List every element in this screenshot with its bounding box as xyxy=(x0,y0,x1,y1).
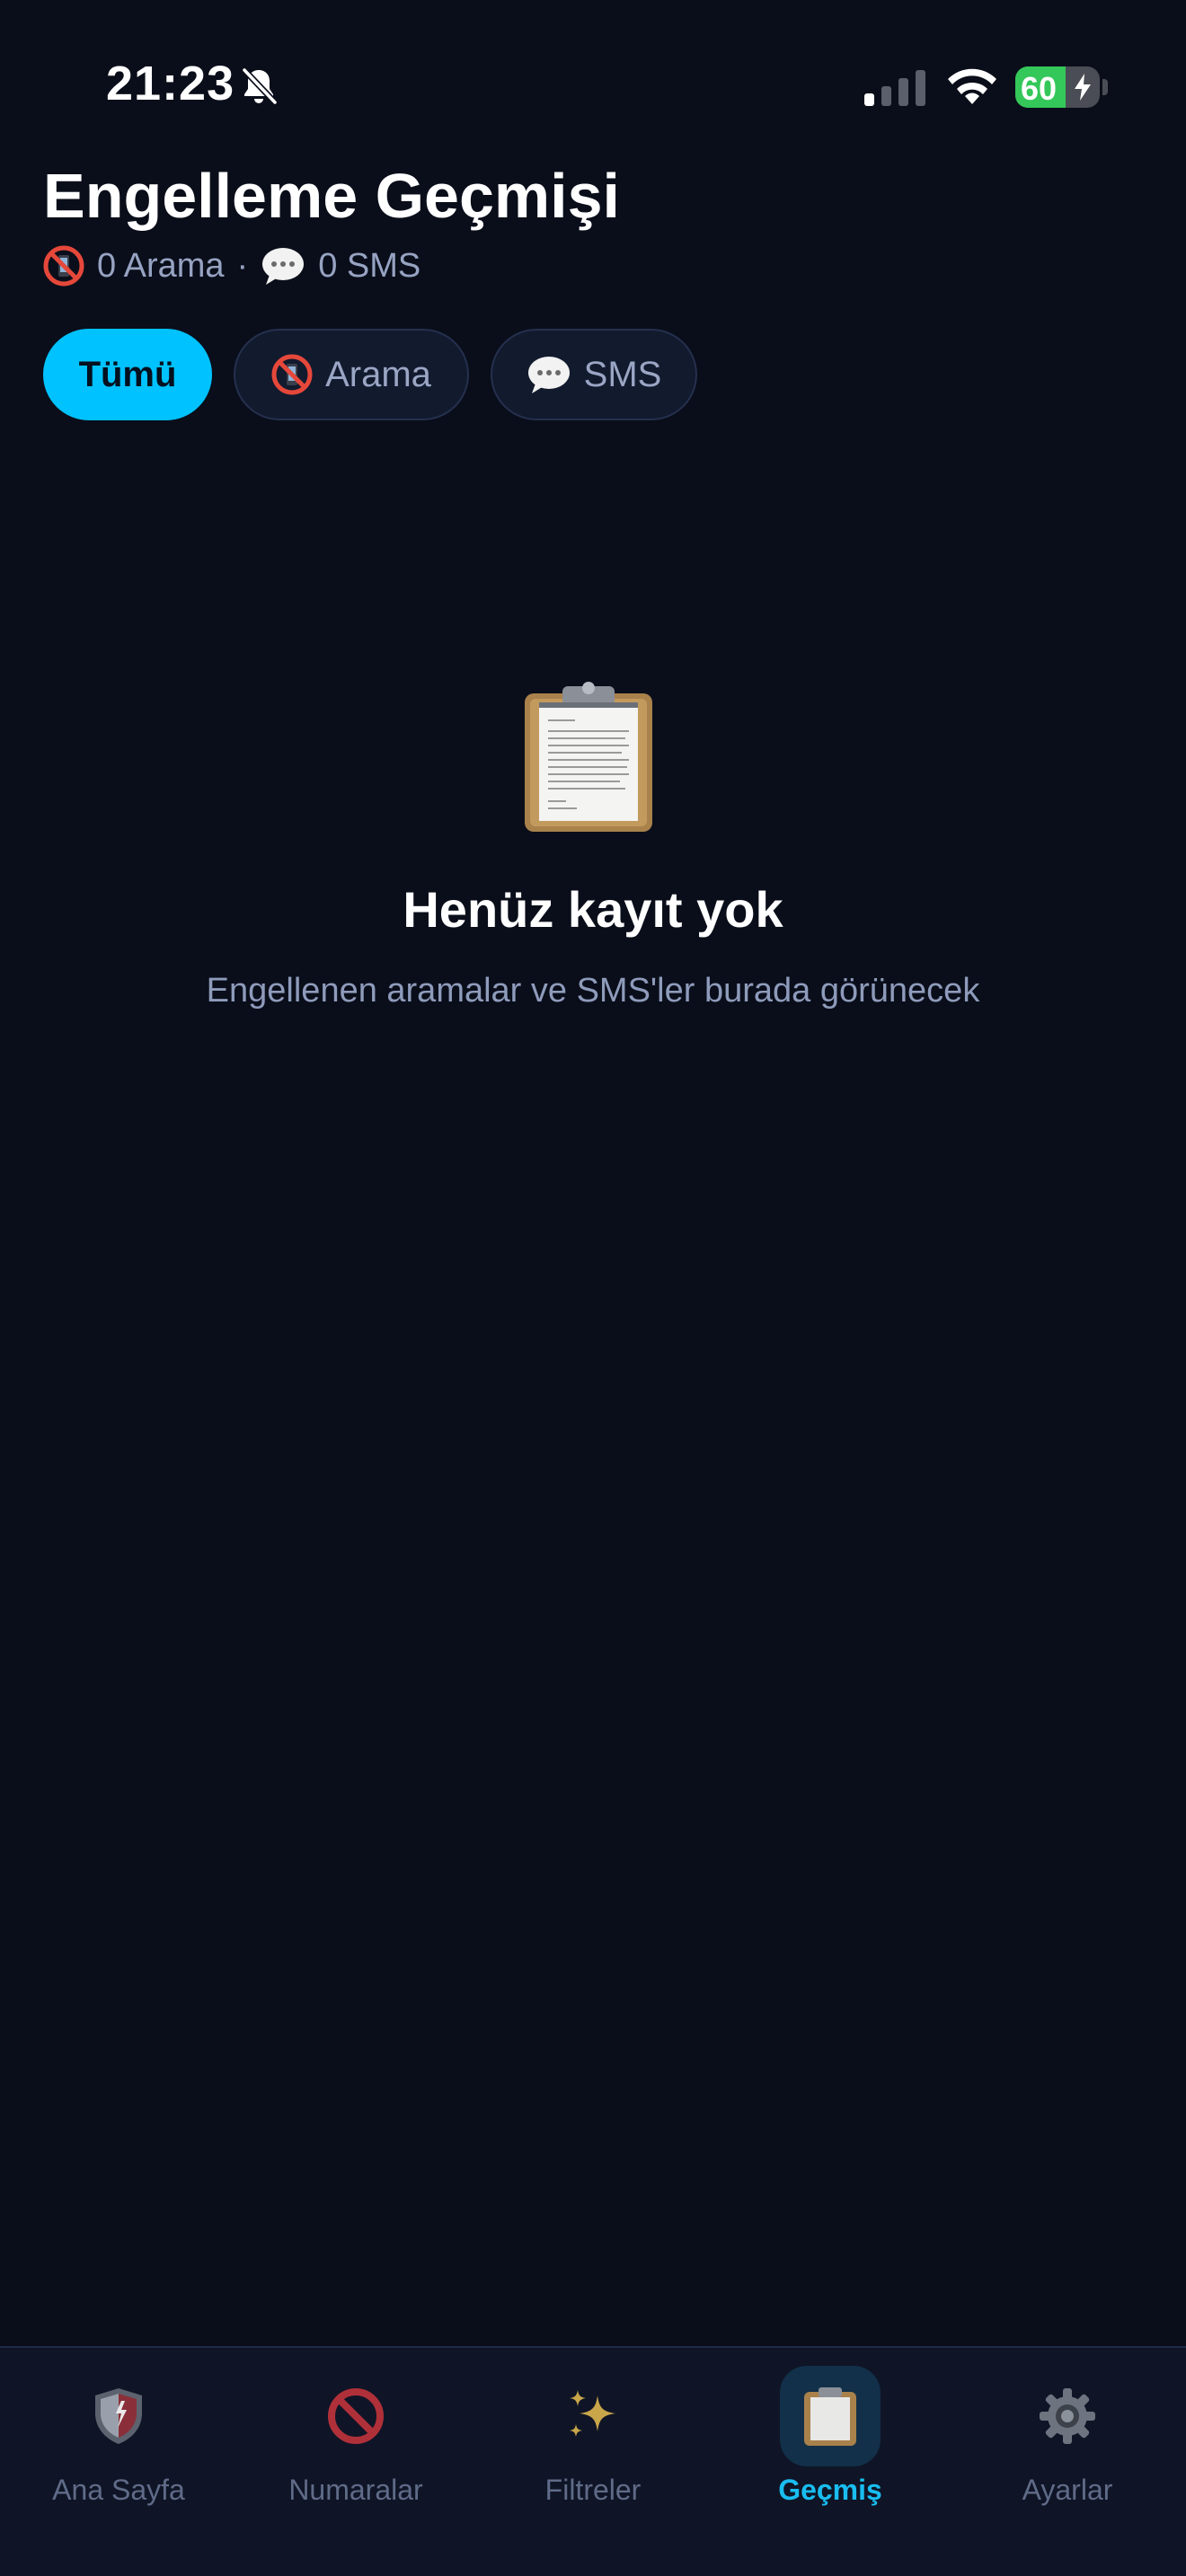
tab-bar: Ana Sayfa Numaralar Filtreler Geçmiş Aya… xyxy=(0,2346,1186,2576)
sms-count: 0 SMS xyxy=(318,246,421,285)
filter-chip-sms[interactable]: SMS xyxy=(491,329,697,420)
gear-icon xyxy=(1040,2388,1095,2444)
tab-filters[interactable]: Filtreler xyxy=(474,2366,712,2510)
clipboard-icon xyxy=(525,682,652,832)
speech-bubble-icon xyxy=(527,357,570,393)
clipboard-icon xyxy=(804,2387,856,2446)
blocking-history-screen: 21:23 60 Engelleme Geçmişi 0 Arama · 0 S… xyxy=(0,0,1186,2576)
filter-chip-call-label: Arama xyxy=(325,354,431,394)
empty-state-description: Engellenen aramalar ve SMS'ler burada gö… xyxy=(206,972,980,1010)
filter-chip-sms-label: SMS xyxy=(583,354,662,394)
tab-settings-icon-wrap xyxy=(1017,2366,1118,2466)
shield-icon xyxy=(95,2388,142,2444)
empty-state-title: Henüz kayıt yok xyxy=(403,881,783,938)
wifi-icon xyxy=(948,68,996,104)
tab-home-icon-wrap xyxy=(68,2366,169,2466)
battery-level: 60 xyxy=(1021,70,1058,107)
tab-settings-label: Ayarlar xyxy=(1022,2474,1113,2506)
sparkles-icon xyxy=(570,2390,615,2437)
tab-numbers[interactable]: Numaralar xyxy=(237,2366,474,2510)
tab-settings[interactable]: Ayarlar xyxy=(949,2366,1186,2510)
bell-off-icon xyxy=(242,67,278,105)
call-count: 0 Arama xyxy=(97,246,225,285)
tab-filters-label: Filtreler xyxy=(544,2474,642,2506)
page-title: Engelleme Geçmişi xyxy=(43,161,620,231)
tab-history-label: Geçmiş xyxy=(778,2474,882,2506)
speech-bubble-icon xyxy=(262,248,305,285)
charging-bolt-icon xyxy=(1075,74,1091,101)
no-phone-icon xyxy=(43,245,84,287)
tab-history[interactable]: Geçmiş xyxy=(712,2366,949,2510)
status-bar: 21:23 60 xyxy=(0,0,1186,171)
filter-chip-call[interactable]: Arama xyxy=(234,329,469,420)
no-phone-icon xyxy=(271,354,313,395)
tab-filters-icon-wrap xyxy=(543,2366,643,2466)
summary-separator: · xyxy=(236,246,249,285)
prohibited-icon xyxy=(328,2388,384,2444)
status-time: 21:23 xyxy=(106,57,235,110)
tab-home[interactable]: Ana Sayfa xyxy=(0,2366,237,2510)
filter-chip-all-label: Tümü xyxy=(78,354,177,394)
filter-chip-all[interactable]: Tümü xyxy=(43,329,212,420)
tab-numbers-label: Numaralar xyxy=(288,2474,423,2506)
cellular-signal-icon xyxy=(864,70,925,106)
filter-chips: Tümü Arama SMS xyxy=(43,329,697,420)
battery-cap xyxy=(1102,79,1108,95)
tab-home-label: Ana Sayfa xyxy=(52,2474,185,2506)
history-summary: 0 Arama · 0 SMS xyxy=(43,241,420,291)
tab-numbers-icon-wrap xyxy=(305,2366,406,2466)
battery-charging-icon: 60 xyxy=(1015,66,1100,108)
tab-history-icon-wrap xyxy=(780,2366,881,2466)
